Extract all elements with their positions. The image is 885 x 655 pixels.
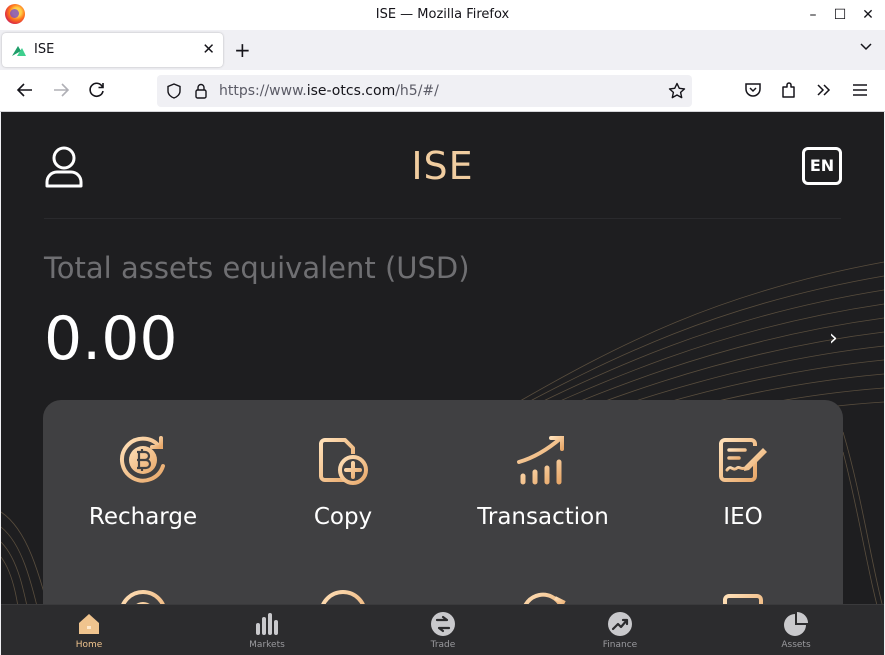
new-tab-button[interactable]: + [234, 38, 251, 62]
grid-item-ieo[interactable]: IEO [643, 432, 843, 552]
tab-close-button[interactable]: ✕ [202, 40, 215, 58]
url-text[interactable]: https://www.ise-otcs.com/h5/#/ [219, 83, 439, 99]
ise-favicon-icon [12, 46, 26, 56]
nav-assets[interactable]: Assets [756, 611, 836, 650]
header-divider [44, 218, 841, 219]
minimize-button[interactable]: – [801, 4, 825, 26]
copy-add-icon [319, 438, 368, 485]
bar-chart-icon [256, 613, 278, 635]
maximize-button[interactable]: ☐ [828, 4, 852, 26]
nav-trade[interactable]: Trade [403, 611, 483, 650]
language-switch-button[interactable]: EN [802, 147, 842, 185]
close-window-button[interactable]: ✕ [856, 4, 880, 26]
app-page: ISE EN Total assets equivalent (USD) 0.0… [1, 112, 884, 655]
nav-label-finance: Finance [602, 640, 638, 650]
grid-label-transaction: Transaction [477, 504, 609, 530]
shield-icon[interactable] [165, 82, 183, 100]
forward-icon[interactable] [51, 80, 71, 100]
chart-up-icon [517, 436, 564, 485]
navigation-toolbar: https://www.ise-otcs.com/h5/#/ [0, 70, 885, 112]
nav-label-trade: Trade [430, 640, 456, 650]
pocket-icon[interactable] [743, 80, 763, 100]
nav-label-markets: Markets [249, 640, 285, 650]
tab-title: ISE [34, 42, 55, 57]
reload-icon[interactable] [87, 80, 107, 100]
url-path: /h5/#/ [395, 83, 439, 99]
grid-item-recharge[interactable]: Recharge [43, 432, 243, 552]
nav-markets[interactable]: Markets [227, 611, 307, 650]
grid-item-copy[interactable]: Copy [243, 432, 443, 552]
nav-label-assets: Assets [781, 640, 811, 650]
extensions-icon[interactable] [779, 80, 799, 100]
nav-label-home: Home [75, 640, 103, 650]
total-assets-label: Total assets equivalent (USD) [44, 251, 470, 285]
url-host: ise-otcs.com [306, 83, 396, 99]
back-icon[interactable] [15, 80, 35, 100]
bottom-navigation: Home Markets Trade Finance Assets [1, 604, 884, 655]
trade-icon [431, 612, 455, 636]
assets-detail-chevron[interactable]: › [829, 326, 838, 351]
more-tools-icon[interactable] [814, 80, 834, 100]
grid-item-transaction[interactable]: Transaction [443, 432, 643, 552]
finance-icon [608, 612, 632, 636]
window-title: ISE — Mozilla Firefox [375, 7, 510, 22]
grid-label-recharge: Recharge [88, 504, 198, 530]
tab-bar: ISE ✕ + [0, 30, 885, 70]
grid-label-ieo: IEO [723, 504, 763, 530]
bitcoin-recharge-icon [120, 436, 165, 483]
lock-icon[interactable] [193, 82, 209, 100]
app-title: ISE [411, 144, 474, 188]
url-prefix: https://www. [219, 83, 307, 99]
window-titlebar: ISE — Mozilla Firefox – ☐ ✕ [0, 0, 885, 30]
url-bar[interactable]: https://www.ise-otcs.com/h5/#/ [157, 75, 692, 107]
list-all-tabs-icon[interactable] [859, 40, 873, 54]
pie-chart-icon [784, 612, 808, 636]
total-assets-value: 0.00 [44, 304, 178, 374]
nav-home[interactable]: Home [49, 611, 129, 650]
grid-label-copy: Copy [313, 504, 373, 530]
nav-finance[interactable]: Finance [580, 611, 660, 650]
home-icon [79, 614, 99, 634]
document-sign-icon [719, 438, 767, 482]
hamburger-menu-icon[interactable] [850, 80, 870, 100]
bookmark-star-icon[interactable] [667, 81, 687, 101]
tab-ise[interactable]: ISE ✕ [2, 33, 223, 67]
